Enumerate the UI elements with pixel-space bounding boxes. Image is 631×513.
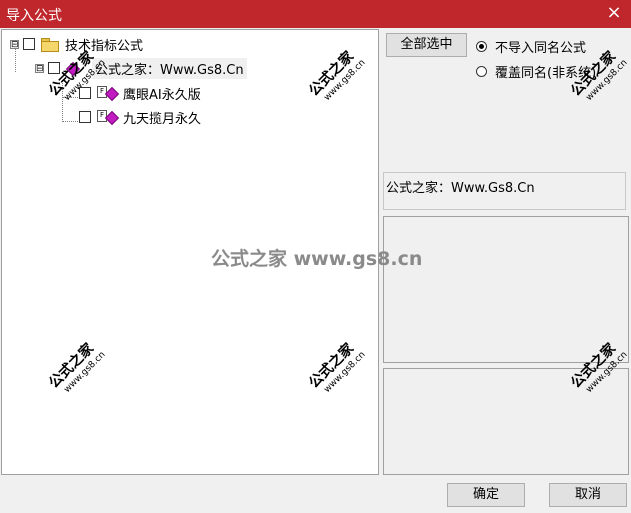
window-title: 导入公式 bbox=[6, 8, 62, 24]
radio-label: 覆盖同名(非系统) bbox=[495, 66, 597, 81]
group-checkbox[interactable] bbox=[48, 62, 60, 74]
detail-panel bbox=[383, 368, 629, 475]
item-checkbox[interactable] bbox=[79, 111, 91, 123]
tree-node-root[interactable]: ⊟ 技术指标公式 bbox=[10, 34, 143, 54]
item-checkbox[interactable] bbox=[79, 87, 91, 99]
cancel-button[interactable]: 取消 bbox=[549, 483, 627, 507]
folder-icon bbox=[41, 37, 59, 52]
tree-node-group[interactable]: ⊟ 公式之家：Www.Gs8.Cn bbox=[35, 57, 247, 79]
center-watermark: 公式之家 www.gs8.cn bbox=[211, 248, 423, 270]
select-all-button[interactable]: 全部选中 bbox=[386, 33, 467, 57]
info-text: 公式之家：Www.Gs8.Cn bbox=[386, 181, 535, 196]
formula-icon: F bbox=[97, 110, 120, 126]
formula-icon: F bbox=[97, 86, 120, 102]
tree-node-label: 九天揽月永久 bbox=[123, 111, 202, 127]
tree-node-label: 技术指标公式 bbox=[65, 38, 144, 54]
radio-skip-duplicates[interactable]: 不导入同名公式 bbox=[476, 37, 586, 56]
radio-label: 不导入同名公式 bbox=[495, 41, 587, 56]
radio-button[interactable] bbox=[476, 41, 487, 52]
tree-node-item[interactable]: F 鹰眼AI永久版 bbox=[79, 83, 201, 103]
close-icon[interactable]: × bbox=[605, 2, 623, 24]
tree-node-label: 鹰眼AI永久版 bbox=[123, 87, 201, 103]
tree-node-label: 公式之家：Www.Gs8.Cn bbox=[92, 57, 247, 79]
tree-connector bbox=[62, 80, 63, 122]
tree-node-item[interactable]: F 九天揽月永久 bbox=[79, 107, 201, 127]
info-panel: 公式之家：Www.Gs8.Cn bbox=[383, 172, 626, 210]
radio-overwrite-duplicates[interactable]: 覆盖同名(非系统) bbox=[476, 62, 596, 81]
description-panel bbox=[383, 216, 629, 363]
ok-button[interactable]: 确定 bbox=[447, 483, 525, 507]
title-bar: 导入公式 × bbox=[0, 0, 631, 28]
collapse-icon[interactable]: ⊟ bbox=[10, 39, 19, 49]
root-checkbox[interactable] bbox=[23, 38, 35, 50]
radio-button[interactable] bbox=[476, 66, 487, 77]
formula-group-icon bbox=[65, 61, 88, 77]
collapse-icon[interactable]: ⊟ bbox=[35, 63, 44, 73]
